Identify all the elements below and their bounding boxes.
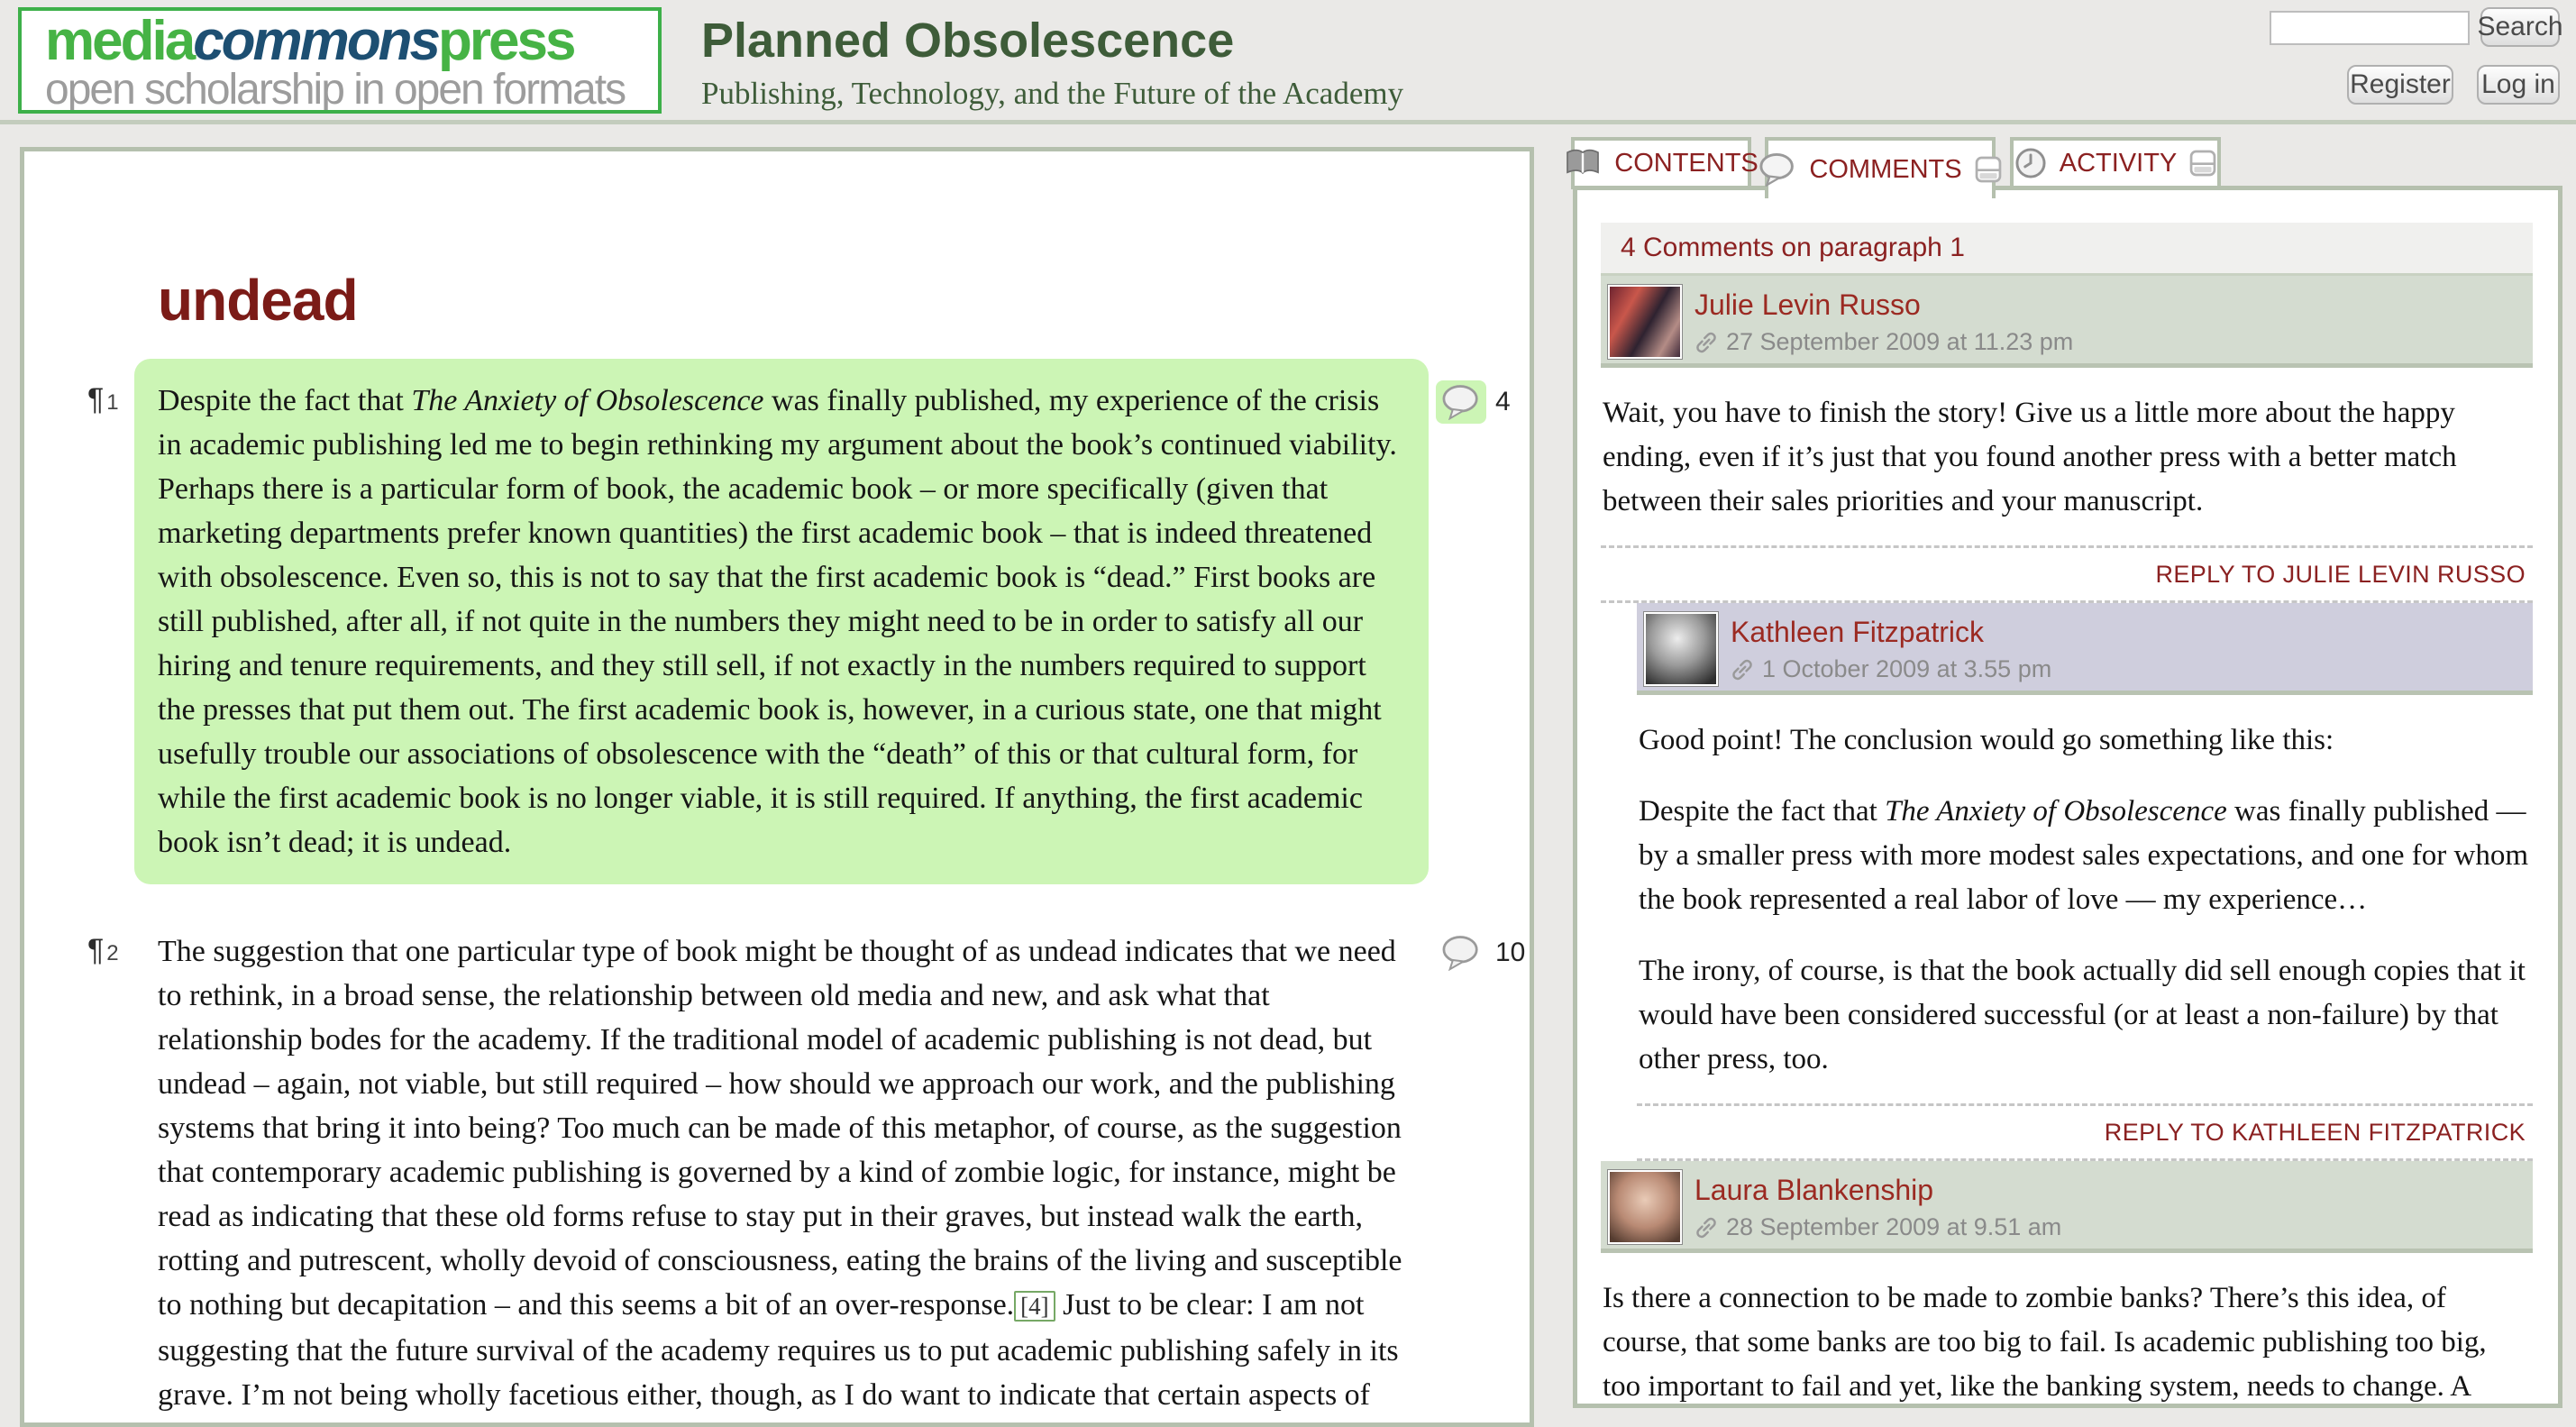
comment-count: 4 <box>1495 387 1511 417</box>
comment-body: Wait, you have to finish the story! Give… <box>1601 368 2533 545</box>
header-divider <box>0 120 2576 124</box>
comment-author-link[interactable]: Laura Blankenship <box>1694 1174 1933 1207</box>
logo-word-press: press <box>438 10 573 72</box>
link-icon[interactable] <box>1694 1216 1718 1239</box>
comment-body: Good point! The conclusion would go some… <box>1637 695 2533 1103</box>
paragraph-list: ¶1 Despite the fact that The Anxiety of O… <box>24 359 1530 1427</box>
comment-permalink[interactable]: 28 September 2009 at 9.51 am <box>1694 1213 2061 1241</box>
comment-permalink[interactable]: 27 September 2009 at 11.23 pm <box>1694 328 2073 356</box>
comment-header: Kathleen Fitzpatrick 1 October 2009 at 3.… <box>1637 603 2533 695</box>
comment-count-bubble[interactable]: 10 <box>1436 931 1525 974</box>
book-icon <box>1564 148 1602 178</box>
reply-row: REPLY TO JULIE LEVIN RUSSO <box>1601 545 2533 603</box>
reply-row: REPLY TO KATHLEEN FITZPATRICK <box>1637 1103 2533 1161</box>
login-button[interactable]: Log in <box>2477 65 2560 105</box>
logo-tagline: open scholarship in open formats <box>45 69 658 112</box>
comment-paragraph: Is there a connection to be made to zomb… <box>1603 1276 2529 1408</box>
site-title-block: Planned Obsolescence Publishing, Technol… <box>701 13 1403 112</box>
comment-permalink[interactable]: 1 October 2009 at 3.55 pm <box>1731 655 2051 683</box>
comment-author-link[interactable]: Kathleen Fitzpatrick <box>1731 616 1984 649</box>
search-input[interactable] <box>2270 11 2470 45</box>
comment-paragraph: Despite the fact that The Anxiety of Obs… <box>1639 790 2529 922</box>
logo-wordmark: mediacommonspress <box>45 14 658 69</box>
comment-paragraph: The irony, of course, is that the book a… <box>1639 949 2529 1082</box>
comment-count: 10 <box>1495 938 1525 968</box>
text-segment: was finally published, my experience of … <box>158 384 1397 859</box>
paragraph-row: ¶2The suggestion that one particular typ… <box>134 910 1429 1427</box>
italic-book-title: The Anxiety of Obsolescence <box>1885 795 2227 828</box>
comment: Laura Blankenship 28 September 2009 at 9.… <box>1601 1161 2533 1408</box>
panel-toggle-icon[interactable] <box>1975 156 2002 183</box>
avatar <box>1644 612 1718 686</box>
comments-panel: 4 Comments on paragraph 1 Julie Levin Ru… <box>1573 186 2562 1408</box>
avatar <box>1608 1170 1682 1244</box>
comment-date: 1 October 2009 at 3.55 pm <box>1762 655 2051 683</box>
text-segment: Despite the fact that <box>1639 795 1885 828</box>
comment-header: Laura Blankenship 28 September 2009 at 9.… <box>1601 1161 2533 1253</box>
tab-contents-label: CONTENTS <box>1614 149 1758 178</box>
comments-count-heading: 4 Comments on paragraph 1 <box>1601 223 2533 276</box>
tab-contents[interactable]: CONTENTS <box>1571 137 1751 189</box>
clock-icon <box>2014 147 2047 179</box>
comment-body: Is there a connection to be made to zomb… <box>1601 1253 2533 1408</box>
logo-word-commons: commons <box>193 10 438 72</box>
text-segment: Is there a connection to be made to zomb… <box>1603 1282 2487 1408</box>
paragraph-marker[interactable]: ¶1 <box>87 382 119 417</box>
text-segment: Wait, you have to finish the story! Give… <box>1603 397 2457 517</box>
comment-author-link[interactable]: Julie Levin Russo <box>1694 288 1921 322</box>
paragraph-number: 1 <box>106 390 118 415</box>
comment-paragraph: Good point! The conclusion would go some… <box>1639 718 2529 763</box>
site-logo[interactable]: mediacommonspress open scholarship in op… <box>18 7 662 114</box>
paragraph-row: ¶1Despite the fact that The Anxiety of O… <box>134 359 1429 884</box>
article-title: undead <box>158 267 1530 334</box>
comment-date: 27 September 2009 at 11.23 pm <box>1726 328 2073 356</box>
search-button[interactable]: Search <box>2480 7 2560 47</box>
link-icon[interactable] <box>1731 658 1754 681</box>
comment-list: Julie Levin Russo 27 September 2009 at 11… <box>1601 276 2533 1408</box>
page: { "colors": { "accent_maroon": "#8b2121"… <box>0 0 2576 1422</box>
comment: Julie Levin Russo 27 September 2009 at 11… <box>1601 276 2533 603</box>
page-title[interactable]: Planned Obsolescence <box>701 13 1403 69</box>
text-segment: Despite the fact that <box>158 384 411 417</box>
italic-book-title: The Anxiety of Obsolescence <box>411 384 763 417</box>
panel-toggle-icon[interactable] <box>2189 150 2216 177</box>
paragraph-number: 2 <box>106 941 118 965</box>
page-subtitle: Publishing, Technology, and the Future o… <box>701 76 1403 112</box>
register-button[interactable]: Register <box>2347 65 2453 105</box>
reply-link[interactable]: REPLY TO JULIE LEVIN RUSSO <box>2155 561 2526 588</box>
avatar <box>1608 285 1682 359</box>
comment-header: Julie Levin Russo 27 September 2009 at 11… <box>1601 276 2533 368</box>
tab-activity-label: ACTIVITY <box>2060 149 2178 178</box>
logo-word-media: media <box>45 10 193 72</box>
text-segment: The suggestion that one particular type … <box>158 935 1402 1322</box>
comment-count-bubble[interactable]: 4 <box>1436 380 1511 424</box>
comment-date: 28 September 2009 at 9.51 am <box>1726 1213 2061 1241</box>
paragraph-marker[interactable]: ¶2 <box>87 933 119 968</box>
comment-bubble-icon[interactable] <box>1436 380 1486 424</box>
tab-comments[interactable]: COMMENTS <box>1765 137 1996 198</box>
text-segment: Good point! The conclusion would go some… <box>1639 724 2334 756</box>
comment-icon <box>1758 152 1796 187</box>
comments-panel-inner: 4 Comments on paragraph 1 Julie Levin Ru… <box>1601 223 2533 1408</box>
document-panel: undead ¶1 Despite the fact that The Anxie… <box>20 147 1534 1427</box>
comment-paragraph: Wait, you have to finish the story! Give… <box>1603 391 2529 524</box>
comment: Kathleen Fitzpatrick 1 October 2009 at 3.… <box>1637 603 2533 1161</box>
comment-bubble-icon[interactable] <box>1436 931 1486 974</box>
reply-link[interactable]: REPLY TO KATHLEEN FITZPATRICK <box>2105 1119 2526 1146</box>
text-segment: The irony, of course, is that the book a… <box>1639 955 2526 1075</box>
tab-activity[interactable]: ACTIVITY <box>2010 137 2221 189</box>
tab-comments-label: COMMENTS <box>1809 155 1961 185</box>
paragraph-text: The suggestion that one particular type … <box>134 910 1429 1427</box>
link-icon[interactable] <box>1694 331 1718 354</box>
footnote-marker[interactable]: [4] <box>1014 1291 1055 1322</box>
paragraph-text: Despite the fact that The Anxiety of Obs… <box>134 359 1429 884</box>
